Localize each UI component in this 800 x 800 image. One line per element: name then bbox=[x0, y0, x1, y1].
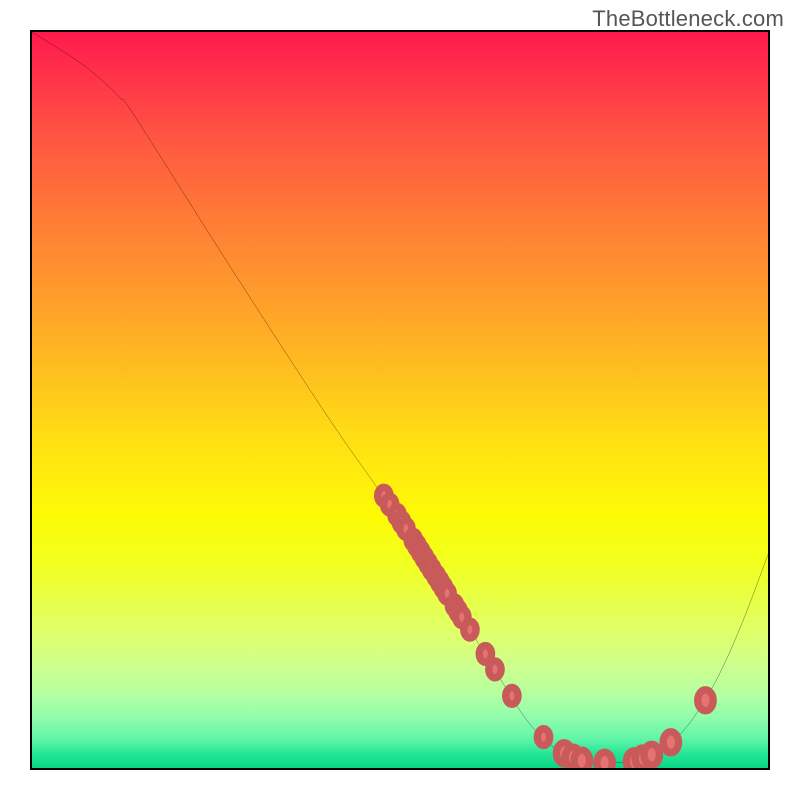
data-marker bbox=[644, 744, 659, 765]
data-marker bbox=[698, 690, 713, 711]
data-marker bbox=[464, 621, 476, 638]
marker-group bbox=[378, 487, 714, 768]
chart-container: TheBottleneck.com bbox=[0, 0, 800, 800]
data-marker bbox=[574, 750, 589, 768]
data-marker bbox=[489, 661, 501, 678]
data-marker bbox=[506, 687, 518, 704]
data-marker bbox=[537, 729, 549, 746]
curve-overlay bbox=[32, 32, 768, 768]
data-marker bbox=[663, 732, 678, 753]
plot-area bbox=[30, 30, 770, 770]
watermark-text: TheBottleneck.com bbox=[592, 6, 784, 32]
bottleneck-curve bbox=[32, 32, 768, 763]
data-marker bbox=[597, 752, 612, 768]
